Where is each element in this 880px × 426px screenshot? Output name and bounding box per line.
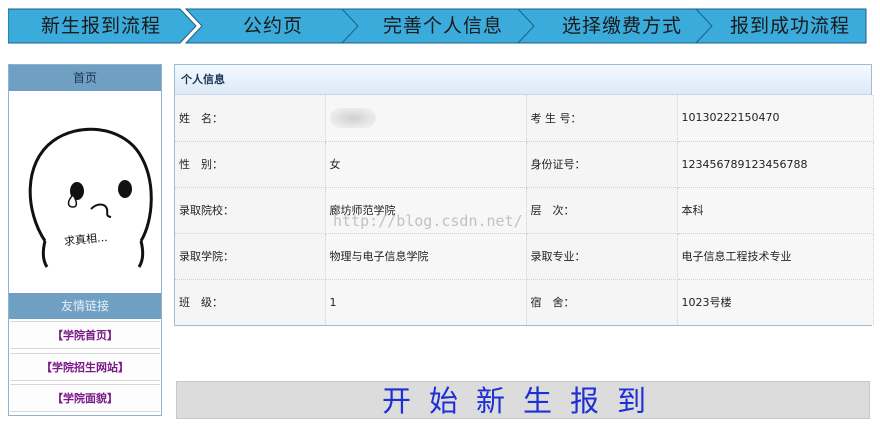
field-value: 本科: [677, 187, 874, 234]
step-label-1[interactable]: 新生报到流程: [16, 7, 186, 45]
field-value: 1: [325, 279, 527, 325]
table-row: 班 级： 1 宿 舍： 1023号楼: [175, 279, 874, 325]
field-label: 班 级：: [175, 279, 326, 325]
step-progress-bar: 新生报到流程 公约页 完善个人信息 选择缴费方式 报到成功流程: [8, 7, 868, 45]
table-row: 姓 名： 考 生 号： 10130222150470: [175, 95, 874, 142]
sidebar-home-header[interactable]: 首页: [9, 65, 161, 91]
step-label-3[interactable]: 完善个人信息: [358, 7, 528, 45]
field-label: 身份证号：: [526, 141, 678, 188]
field-value: 1023号楼: [677, 279, 874, 325]
field-label: 考 生 号：: [526, 95, 678, 142]
field-label: 录取专业：: [526, 233, 678, 280]
field-label: 性 别：: [175, 141, 326, 188]
field-value: 电子信息工程技术专业: [677, 233, 874, 280]
link-campus-view[interactable]: 【学院面貌】: [10, 384, 160, 412]
personal-info-panel: 个人信息 姓 名： 考 生 号： 10130222150470 性 别： 女 身…: [174, 64, 874, 326]
field-label: 录取院校：: [175, 187, 326, 234]
cartoon-avatar-image: [28, 127, 153, 268]
step-label-2[interactable]: 公约页: [198, 7, 348, 45]
link-college-home[interactable]: 【学院首页】: [10, 321, 160, 349]
field-value: 物理与电子信息学院: [325, 233, 527, 280]
avatar: 求真相...: [9, 91, 161, 293]
panel-title: 个人信息: [175, 65, 871, 95]
table-row: 录取院校： 廊坊师范学院 层 次： 本科: [175, 187, 874, 234]
step-label-4[interactable]: 选择缴费方式: [536, 7, 708, 45]
start-registration-button[interactable]: 开始新生报到: [176, 381, 870, 419]
field-label: 宿 舍：: [526, 279, 678, 325]
field-label: 录取学院：: [175, 233, 326, 280]
field-value-name: [325, 95, 527, 142]
field-label: 姓 名：: [175, 95, 326, 142]
step-label-5[interactable]: 报到成功流程: [714, 7, 866, 45]
friend-links-header: 友情链接: [9, 293, 161, 319]
field-value: 10130222150470: [677, 95, 874, 142]
field-label: 层 次：: [526, 187, 678, 234]
sidebar: 首页 求真相... 友情链接 【学院首页】 【学院招生网站】 【学院面貌】: [8, 64, 162, 416]
info-table: 姓 名： 考 生 号： 10130222150470 性 别： 女 身份证号： …: [175, 95, 874, 325]
link-admissions-site[interactable]: 【学院招生网站】: [10, 353, 160, 381]
field-value: 123456789123456788: [677, 141, 874, 188]
blurred-name: [329, 107, 376, 128]
table-row: 性 别： 女 身份证号： 123456789123456788: [175, 141, 874, 188]
field-value: 廊坊师范学院: [325, 187, 527, 234]
table-row: 录取学院： 物理与电子信息学院 录取专业： 电子信息工程技术专业: [175, 233, 874, 280]
field-value: 女: [325, 141, 527, 188]
